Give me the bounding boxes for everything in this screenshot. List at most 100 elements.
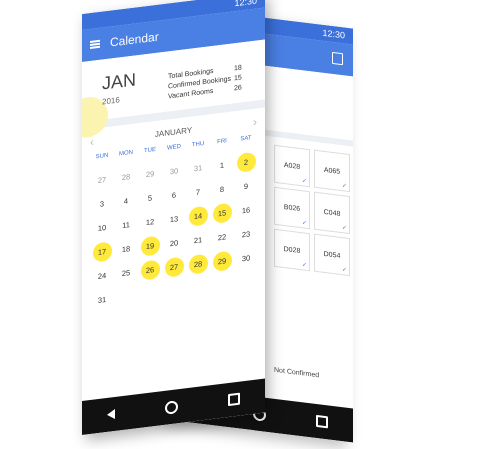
day-cell[interactable]: 20 <box>162 231 186 254</box>
day-number: 16 <box>241 204 251 215</box>
legend-not-confirmed: Not Confirmed <box>274 366 320 380</box>
weekday-label: WED <box>167 143 181 152</box>
day-cell[interactable]: 19 <box>138 234 162 257</box>
next-month-icon[interactable]: › <box>253 115 257 129</box>
month-label: JAN <box>102 69 137 94</box>
day-number: 5 <box>147 192 153 203</box>
day-number: 30 <box>169 165 179 176</box>
day-cell[interactable]: 30 <box>162 159 186 182</box>
weekday-label: SAT <box>240 135 252 143</box>
day-number: 3 <box>99 198 105 209</box>
weekday-label: MON <box>119 149 133 158</box>
day-cell[interactable]: 10 <box>90 216 114 239</box>
app-title: Calendar <box>110 29 159 50</box>
calendar-icon[interactable] <box>332 51 343 66</box>
day-number: 22 <box>217 231 227 242</box>
day-cell[interactable]: 28 <box>114 165 138 188</box>
weekday-label: SUN <box>95 152 109 161</box>
weekday-label: FRI <box>217 138 227 146</box>
day-cell[interactable]: 4 <box>114 189 138 212</box>
calendar: ‹ JANUARY › SUN MON TUE WED THU FRI SAT 27 28 29 3… <box>82 107 265 376</box>
day-cell[interactable]: 24 <box>90 264 114 287</box>
day-cell[interactable]: 2 <box>234 150 258 173</box>
day-cell[interactable]: 6 <box>162 183 186 206</box>
day-number: 10 <box>97 222 107 233</box>
day-cell[interactable]: 1 <box>210 153 234 176</box>
recent-apps-icon[interactable] <box>316 414 328 429</box>
day-cell[interactable]: 3 <box>90 192 114 215</box>
day-number: 7 <box>195 187 201 197</box>
day-cell[interactable]: 29 <box>138 162 162 185</box>
day-number: 14 <box>188 205 208 227</box>
day-number: 19 <box>140 234 160 257</box>
day-cell[interactable]: 12 <box>138 210 162 233</box>
day-cell[interactable]: 16 <box>234 198 258 221</box>
day-number: 27 <box>97 174 107 185</box>
day-cell[interactable]: 21 <box>186 228 210 251</box>
day-number: 9 <box>243 181 249 191</box>
day-cell[interactable]: 29 <box>210 249 234 272</box>
home-icon[interactable] <box>165 399 178 415</box>
room-tile[interactable]: A065 <box>314 149 350 193</box>
day-number: 21 <box>193 234 203 245</box>
day-number: 13 <box>169 213 179 224</box>
room-tile[interactable]: B026 <box>274 186 310 230</box>
day-cell[interactable]: 18 <box>114 237 138 260</box>
day-cell[interactable]: 15 <box>210 201 234 224</box>
menu-icon[interactable] <box>90 39 100 50</box>
day-number: 26 <box>140 258 160 281</box>
day-cell[interactable]: 27 <box>90 168 114 191</box>
day-number: 20 <box>169 237 179 248</box>
room-tile[interactable]: A028 <box>274 144 310 188</box>
day-cell[interactable]: 17 <box>90 240 114 263</box>
day-number: 29 <box>145 168 155 179</box>
day-cell[interactable]: 22 <box>210 225 234 248</box>
day-number: 25 <box>121 267 131 278</box>
status-time: 12:30 <box>234 0 257 9</box>
day-number: 15 <box>212 202 232 224</box>
day-number: 12 <box>145 216 155 227</box>
recent-apps-icon[interactable] <box>228 392 240 407</box>
day-cell[interactable]: 13 <box>162 207 186 230</box>
stat-value: 26 <box>234 84 242 93</box>
day-number: 23 <box>241 228 251 239</box>
day-cell[interactable]: 5 <box>138 186 162 209</box>
day-number: 31 <box>193 162 203 173</box>
room-tile[interactable]: C048 <box>314 191 350 235</box>
day-number: 11 <box>122 219 130 230</box>
room-tile[interactable]: D054 <box>314 233 350 277</box>
day-cell[interactable]: 27 <box>162 255 186 278</box>
stats-list: Total Bookings 18 Confirmed Bookings 15 Vaca… <box>168 64 242 103</box>
year-label: 2016 <box>102 95 120 107</box>
day-number: 17 <box>92 240 112 263</box>
day-cell[interactable]: 7 <box>186 180 210 203</box>
day-number: 18 <box>121 243 131 254</box>
day-number: 1 <box>219 160 225 170</box>
status-time: 12:30 <box>322 27 345 41</box>
day-cell[interactable]: 11 <box>114 213 138 236</box>
day-cell[interactable]: 25 <box>114 261 138 284</box>
day-grid: SUN MON TUE WED THU FRI SAT 27 28 29 30 31 1 2 3 4 5 6 7 8 9… <box>90 135 257 312</box>
day-number: 8 <box>219 184 225 194</box>
day-cell[interactable]: 30 <box>234 246 258 269</box>
day-cell[interactable]: 8 <box>210 177 234 200</box>
day-number: 28 <box>188 253 208 275</box>
day-number: 30 <box>241 252 251 263</box>
room-tile[interactable]: D028 <box>274 228 310 272</box>
weekday-label: THU <box>191 140 205 149</box>
day-cell[interactable]: 28 <box>186 252 210 275</box>
day-cell[interactable]: 31 <box>90 288 114 311</box>
day-cell[interactable]: 31 <box>186 156 210 179</box>
calendar-month: JANUARY <box>154 124 193 139</box>
day-number: 27 <box>164 256 184 278</box>
day-number: 2 <box>236 151 256 173</box>
day-cell[interactable]: 14 <box>186 204 210 227</box>
day-number: 4 <box>123 195 129 206</box>
day-number: 31 <box>97 294 107 305</box>
day-cell[interactable]: 26 <box>138 258 162 281</box>
day-cell[interactable]: 23 <box>234 222 258 245</box>
front-phone: 12:30 Calendar JAN 2016 Total Bookings 18… <box>82 0 265 435</box>
back-icon[interactable] <box>107 408 115 420</box>
day-number: 6 <box>171 189 177 200</box>
day-cell[interactable]: 9 <box>234 174 258 197</box>
